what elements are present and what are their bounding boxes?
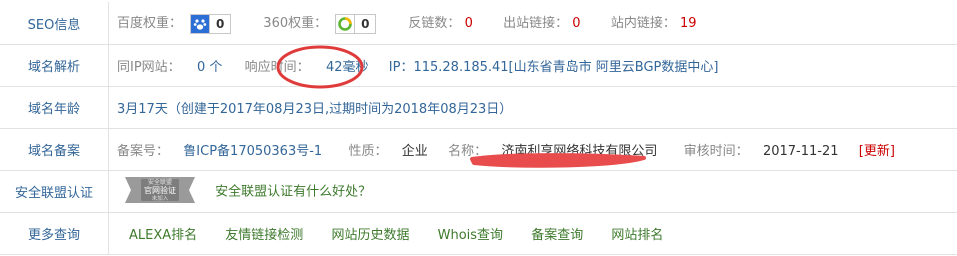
360-logo-icon — [336, 15, 354, 33]
icp-audit-label: 审核时间： — [683, 144, 749, 159]
svg-text:未加入: 未加入 — [152, 194, 169, 202]
backlinks-label: 反链数： — [408, 16, 461, 32]
svg-text:安全联盟: 安全联盟 — [148, 178, 172, 186]
icp-nature-label: 性质： — [348, 144, 388, 159]
whois-link[interactable]: Whois查询 — [438, 228, 503, 243]
backlinks-value[interactable]: 0 — [465, 16, 473, 31]
security-row: 安全联盟认证 安全联盟 官网验证 未加入 安全联盟认证有什么好处？ — [0, 170, 957, 213]
domain-age-row: 域名年龄 3月17天（创建于2017年08月23日,过期时间为2018年08月2… — [0, 86, 957, 129]
icp-content: 备案号： 鲁ICP备17050363号-1 性质： 企业 名称： 济南利亨网络科… — [108, 128, 957, 171]
seo-row: SEO信息 百度权重： 0 360权重： 0 反链数： 0 出站链接： 0 站内… — [0, 2, 957, 45]
dns-row: 域名解析 同IP网站： 0 个 响应时间： 42毫秒 IP：115.28.185… — [0, 44, 957, 87]
site-rank-link[interactable]: 网站排名 — [611, 228, 663, 243]
more-queries-row: 更多查询 ALEXA排名 友情链接检测 网站历史数据 Whois查询 备案查询 … — [0, 212, 957, 255]
icp-name-label: 名称： — [448, 144, 488, 159]
seo-label: SEO信息 — [0, 2, 109, 45]
360-rank-box[interactable]: 0 — [335, 13, 377, 34]
security-question-link[interactable]: 安全联盟认证有什么好处？ — [215, 184, 371, 199]
seo-content: 百度权重： 0 360权重： 0 反链数： 0 出站链接： 0 站内链接： 19 — [108, 2, 957, 45]
360-rank-value: 0 — [354, 14, 376, 33]
icp-row: 域名备案 备案号： 鲁ICP备17050363号-1 性质： 企业 名称： 济南… — [0, 128, 957, 171]
domain-age-label: 域名年龄 — [0, 86, 109, 129]
site-info-table: SEO信息 百度权重： 0 360权重： 0 反链数： 0 出站链接： 0 站内… — [0, 2, 957, 255]
security-content: 安全联盟 官网验证 未加入 安全联盟认证有什么好处？ — [108, 170, 957, 213]
icp-nature-value: 企业 — [401, 144, 428, 159]
response-time-label: 响应时间： — [244, 60, 310, 75]
domain-age-value: 3月17天（创建于2017年08月23日,过期时间为2018年08月23日） — [117, 102, 513, 117]
inlinks-label: 站内链接： — [610, 16, 676, 32]
security-label: 安全联盟认证 — [0, 170, 109, 213]
icp-name-value: 济南利亨网络科技有限公司 — [501, 144, 658, 159]
360-rank-label: 360权重： — [263, 16, 328, 32]
icp-label: 域名备案 — [0, 128, 109, 171]
icp-number-value[interactable]: 鲁ICP备17050363号-1 — [183, 144, 322, 159]
security-alliance-badge-icon[interactable]: 安全联盟 官网验证 未加入 — [117, 173, 203, 211]
baidu-rank-box[interactable]: 0 — [190, 13, 232, 34]
inlinks-value[interactable]: 19 — [680, 16, 697, 31]
outlinks-label: 出站链接： — [503, 16, 569, 32]
icp-update-link[interactable]: [更新] — [859, 144, 895, 159]
domain-age-content: 3月17天（创建于2017年08月23日,过期时间为2018年08月23日） — [108, 86, 957, 129]
icp-query-link[interactable]: 备案查询 — [531, 228, 583, 243]
alexa-rank-link[interactable]: ALEXA排名 — [129, 228, 197, 243]
outlinks-value[interactable]: 0 — [572, 16, 580, 31]
baidu-rank-label: 百度权重： — [117, 16, 183, 32]
baidu-rank-value: 0 — [209, 14, 231, 33]
svg-text:官网验证: 官网验证 — [144, 185, 176, 195]
dns-content: 同IP网站： 0 个 响应时间： 42毫秒 IP：115.28.185.41[山… — [108, 44, 957, 87]
response-time-value: 42毫秒 — [325, 60, 369, 75]
same-ip-label: 同IP网站： — [117, 60, 181, 75]
baidu-paw-icon — [191, 14, 210, 33]
more-queries-label: 更多查询 — [0, 212, 109, 255]
icp-audit-value: 2017-11-21 — [762, 144, 839, 159]
friend-link-check-link[interactable]: 友情链接检测 — [225, 228, 303, 243]
site-history-link[interactable]: 网站历史数据 — [331, 228, 409, 243]
icp-number-label: 备案号： — [117, 144, 170, 159]
more-queries-content: ALEXA排名 友情链接检测 网站历史数据 Whois查询 备案查询 网站排名 — [108, 212, 957, 255]
same-ip-value[interactable]: 0 个 — [197, 60, 222, 75]
ip-address-link[interactable]: IP：115.28.185.41[山东省青岛市 阿里云BGP数据中心] — [389, 60, 719, 75]
dns-label: 域名解析 — [0, 44, 109, 87]
